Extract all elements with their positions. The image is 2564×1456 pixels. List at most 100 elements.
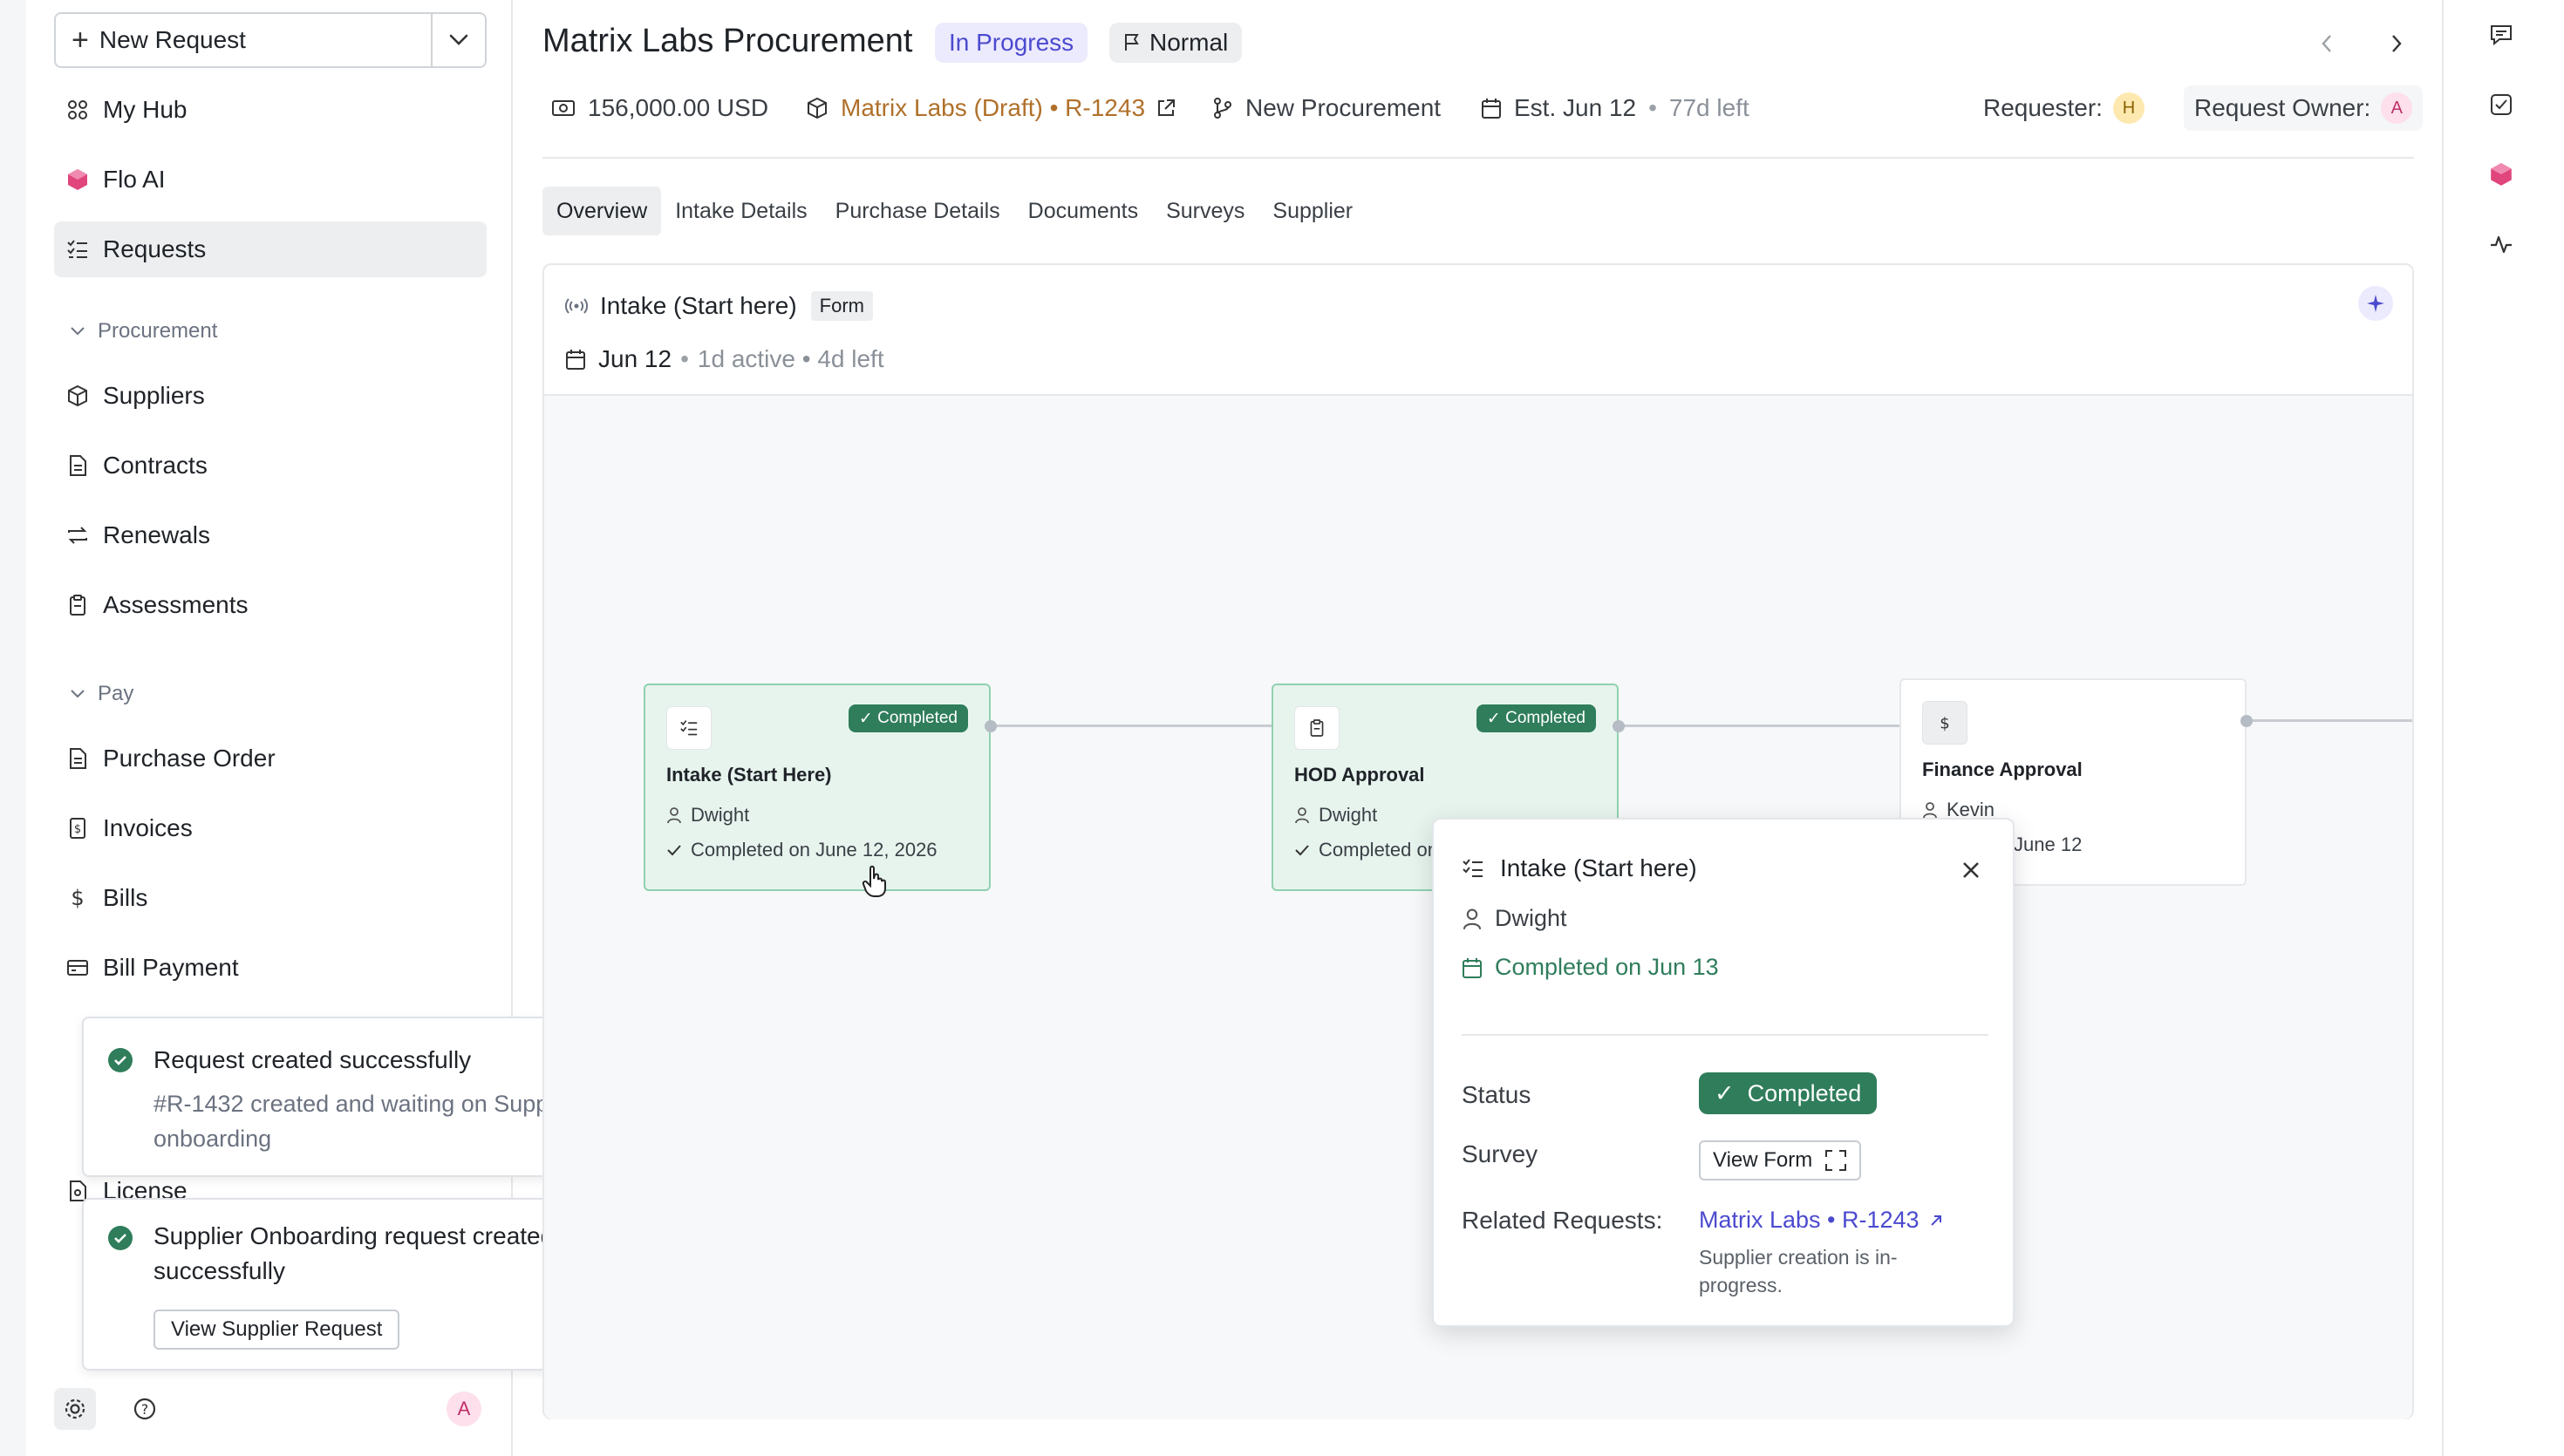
avatar: A	[2381, 92, 2413, 124]
tab-overview[interactable]: Overview	[542, 187, 662, 235]
sidebar-item-suppliers[interactable]: Suppliers	[54, 368, 487, 424]
sidebar-item-my-hub[interactable]: My Hub	[54, 82, 487, 138]
sidebar-footer: ? A	[26, 1378, 513, 1456]
gear-icon	[65, 1398, 85, 1419]
tab-intake-details[interactable]: Intake Details	[661, 187, 821, 235]
user-avatar-button[interactable]: A	[443, 1388, 485, 1430]
amount-value: 156,000.00 USD	[588, 94, 769, 121]
close-icon	[1963, 862, 1979, 878]
sidebar-item-flo-ai[interactable]: Flo AI	[54, 152, 487, 208]
sidebar-item-renewals[interactable]: Renewals	[54, 507, 487, 563]
workflow-node-intake[interactable]: ✓ Completed Intake (Start Here) Dwight C…	[644, 684, 991, 891]
separator-dot: •	[1648, 94, 1657, 121]
sidebar-item-contracts[interactable]: Contracts	[54, 438, 487, 493]
sidebar-item-bill-payment[interactable]: Bill Payment	[54, 940, 487, 996]
status-badge[interactable]: In Progress	[935, 23, 1088, 63]
user-icon	[1463, 908, 1482, 929]
popover-assignee-name: Dwight	[1495, 905, 1567, 931]
workflow-label: New Procurement	[1245, 94, 1442, 121]
flo-ai-button[interactable]	[2480, 153, 2522, 195]
view-form-button[interactable]: View Form	[1699, 1140, 1862, 1180]
tasks-button[interactable]	[2480, 84, 2522, 126]
popover-close-button[interactable]	[1957, 856, 1985, 884]
svg-text:$: $	[71, 887, 84, 909]
request-owner[interactable]: Request Owner: A	[2184, 85, 2424, 131]
settings-button[interactable]	[54, 1388, 96, 1430]
new-request-dropdown-button[interactable]	[431, 14, 485, 66]
section-pay[interactable]: Pay	[70, 682, 133, 706]
section-label: Procurement	[98, 319, 218, 343]
calendar-icon	[1482, 99, 1501, 119]
popover-completed: Completed on Jun 13	[1462, 954, 1719, 981]
related-request-note: Supplier creation is in-progress.	[1699, 1246, 1898, 1296]
user-icon	[667, 807, 681, 824]
expand-icon	[1825, 1150, 1847, 1171]
divider	[542, 157, 2414, 159]
avatar: A	[447, 1391, 481, 1426]
success-icon	[108, 1226, 133, 1250]
requester: Requester: H	[1983, 91, 2145, 126]
svg-text:?: ?	[141, 1401, 149, 1418]
priority-badge[interactable]: Normal	[1109, 23, 1243, 63]
new-request-button[interactable]: + New Request	[56, 14, 431, 66]
main-content: Matrix Labs Procurement In Progress Norm…	[515, 0, 2442, 1456]
window-edge	[0, 0, 26, 1456]
sparkle-icon	[2367, 295, 2384, 312]
next-request-button[interactable]	[2379, 26, 2414, 61]
chevron-down-icon	[71, 690, 85, 698]
completed-badge-label: Completed	[877, 709, 958, 727]
chevron-right-icon	[2392, 35, 2402, 52]
node-assignee: Dwight	[1294, 804, 1377, 827]
money-icon	[552, 100, 575, 116]
hand-cursor-icon	[862, 865, 886, 897]
branch-icon	[1214, 98, 1231, 119]
cube-icon	[65, 383, 91, 409]
check-icon	[1295, 845, 1309, 856]
tab-documents[interactable]: Documents	[1014, 187, 1152, 235]
new-request-control: + New Request	[54, 12, 487, 68]
view-form-label: View Form	[1713, 1148, 1813, 1172]
completed-badge: ✓ Completed	[1476, 704, 1596, 732]
avatar[interactable]: H	[2112, 92, 2145, 124]
popover-title: Intake (Start here)	[1500, 854, 1697, 881]
checkbox-icon	[2491, 94, 2512, 115]
section-label: Pay	[98, 682, 134, 705]
success-icon	[108, 1048, 133, 1072]
document-icon	[65, 745, 91, 772]
status-label: Status	[1462, 1081, 1531, 1108]
sidebar-item-label: Renewals	[103, 521, 210, 548]
sidebar-item-requests[interactable]: Requests	[54, 221, 487, 277]
sidebar-item-label: Invoices	[103, 814, 193, 841]
view-supplier-request-button[interactable]: View Supplier Request	[153, 1310, 400, 1350]
stage-title-row: Intake (Start here) Form	[565, 291, 873, 321]
workflow-edge	[991, 725, 1294, 727]
tab-purchase-details[interactable]: Purchase Details	[822, 187, 1014, 235]
sidebar-item-label: Contracts	[103, 452, 208, 479]
node-port	[2240, 715, 2253, 727]
help-button[interactable]: ?	[124, 1388, 166, 1430]
flag-icon	[1125, 34, 1139, 51]
related-requests-label: Related Requests:	[1462, 1207, 1663, 1234]
prev-request-button[interactable]	[2309, 26, 2344, 61]
ai-sparkle-button[interactable]	[2358, 286, 2393, 321]
sidebar-item-assessments[interactable]: Assessments	[54, 577, 487, 633]
survey-label: Survey	[1462, 1140, 1538, 1167]
document-icon	[65, 452, 91, 479]
related-request-link[interactable]: Matrix Labs • R-1243	[1699, 1207, 1944, 1234]
tab-surveys[interactable]: Surveys	[1152, 187, 1258, 235]
activity-icon	[2491, 235, 2512, 254]
node-title: HOD Approval	[1294, 764, 1425, 786]
sidebar-item-label: Suppliers	[103, 382, 205, 409]
supplier-link[interactable]: Matrix Labs (Draft) • R-1243	[806, 91, 1176, 126]
comments-button[interactable]	[2480, 14, 2522, 56]
completed-badge-label: Completed	[1505, 709, 1585, 727]
invoice-icon: $	[65, 815, 91, 841]
amount: 156,000.00 USD	[551, 91, 768, 126]
tab-supplier[interactable]: Supplier	[1258, 187, 1367, 235]
activity-button[interactable]	[2480, 223, 2522, 265]
sidebar-item-bills[interactable]: $ Bills	[54, 870, 487, 926]
section-procurement[interactable]: Procurement	[70, 319, 217, 344]
sidebar-item-invoices[interactable]: $ Invoices	[54, 800, 487, 856]
clipboard-icon	[65, 592, 91, 618]
sidebar-item-purchase-order[interactable]: Purchase Order	[54, 731, 487, 786]
